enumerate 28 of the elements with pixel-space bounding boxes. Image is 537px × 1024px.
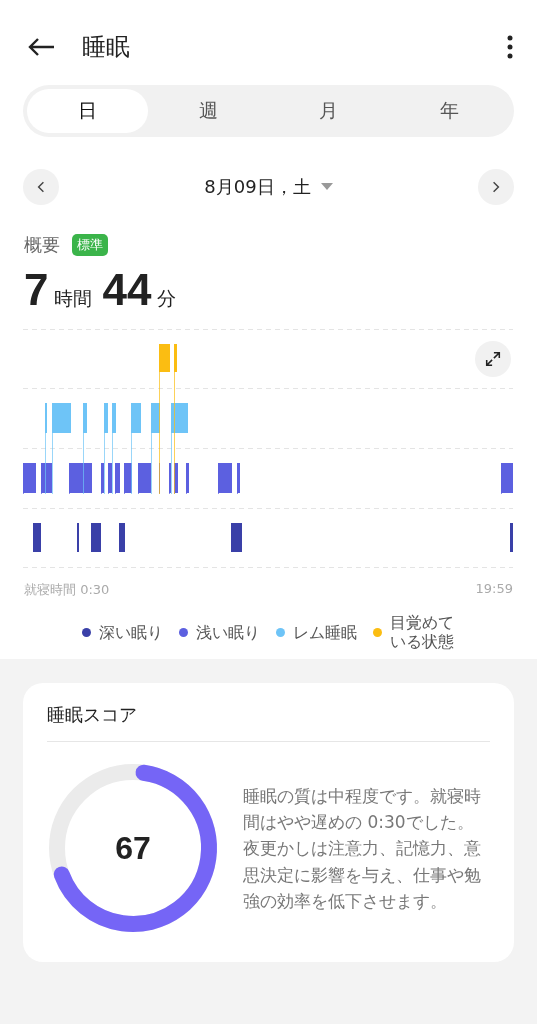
period-tab[interactable]: 年 — [389, 89, 510, 133]
expand-button[interactable] — [475, 341, 511, 377]
legend-label: 深い眠り — [98, 622, 163, 642]
period-tab[interactable]: 週 — [147, 89, 269, 133]
score-value: 67 — [115, 829, 151, 867]
legend-label: レム睡眠 — [292, 622, 357, 642]
score-title: 睡眠スコア — [47, 703, 490, 743]
status-badge: 標準 — [72, 234, 108, 256]
hours-unit: 時間 — [54, 286, 93, 311]
dropdown-caret-icon — [320, 183, 333, 191]
chevron-right-icon — [492, 181, 500, 193]
period-tab[interactable]: 月 — [268, 89, 390, 133]
chevron-left-icon — [37, 181, 45, 193]
minutes-unit: 分 — [157, 286, 177, 311]
hours-value: 7 — [24, 265, 49, 315]
bedtime-label: 就寝時間 0:30 — [24, 581, 110, 599]
end-time-label: 19:59 — [475, 581, 513, 598]
back-icon[interactable] — [27, 37, 55, 57]
legend-label: 浅い眠り — [195, 622, 260, 642]
summary-label: 概要 — [24, 233, 60, 257]
minutes-value: 44 — [102, 265, 152, 315]
more-icon[interactable] — [507, 35, 513, 59]
expand-icon — [484, 350, 502, 368]
period-tab[interactable]: 日 — [27, 89, 148, 133]
legend-label: 目覚めている状態 — [389, 613, 455, 652]
score-description: 睡眠の質は中程度です。就寝時間はやや遅めの 0:30でした。夜更かしは注意力、記憶力、意思決定に影響を与え、仕事や勉強の効率を低下させます。 — [243, 784, 482, 913]
date-selector[interactable]: 8月09日，土 — [198, 174, 339, 200]
screen-title: 睡眠 — [82, 32, 131, 63]
